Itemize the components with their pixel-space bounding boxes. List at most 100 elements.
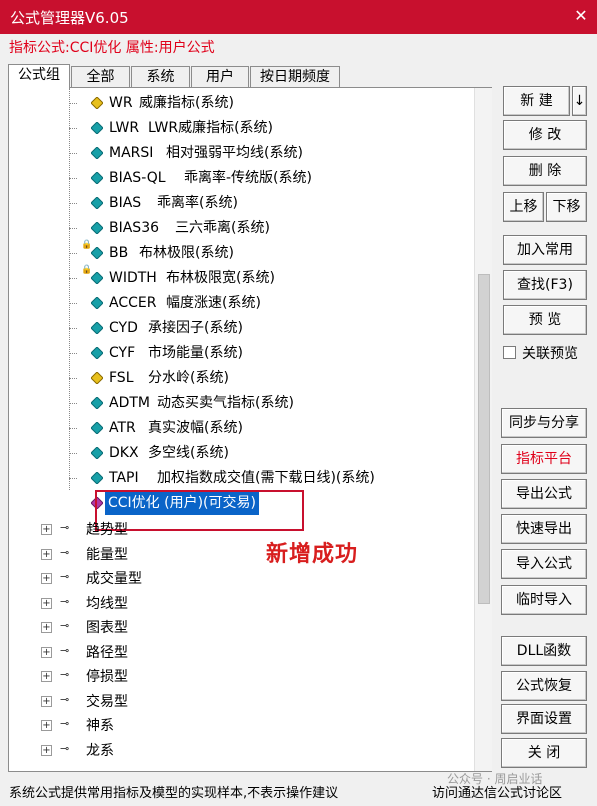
status-text: 系统公式提供常用指标及模型的实现样本,不表示操作建议 — [9, 786, 339, 801]
teal-formula-icon — [91, 297, 103, 309]
expand-icon[interactable]: + — [41, 720, 52, 731]
expand-icon[interactable]: + — [41, 671, 52, 682]
teal-formula-icon — [91, 147, 103, 159]
dll-function-button[interactable]: DLL函数 — [501, 636, 587, 666]
new-dropdown-button[interactable]: ↓ — [572, 86, 587, 116]
tree-scrollbar[interactable] — [474, 88, 492, 771]
group-label[interactable]: 趋势型 — [86, 519, 128, 539]
teal-formula-icon — [91, 172, 103, 184]
group-key-icon: ⊸ — [60, 570, 70, 583]
group-key-icon: ⊸ — [60, 692, 70, 706]
tree-connector — [69, 253, 77, 254]
formula-name: 加权指数成交值(需下载日线)(系统) — [157, 470, 375, 486]
group-label[interactable]: 路径型 — [86, 642, 128, 662]
expand-icon[interactable]: + — [41, 744, 52, 756]
teal-formula-icon — [91, 447, 103, 459]
tree-connector — [69, 428, 77, 429]
formula-info: 指标公式:CCI优化 属性:用户公式 — [9, 40, 215, 56]
tab-system[interactable]: 系统 — [131, 66, 190, 88]
tree-connector — [69, 203, 77, 204]
tab-formula-group[interactable]: 公式组 — [8, 64, 70, 89]
formula-code: FSL — [109, 370, 134, 386]
tree-connector — [69, 328, 77, 329]
formula-code: WR — [109, 95, 133, 111]
tree-connector — [69, 378, 77, 379]
formula-name: 承接因子(系统) — [148, 320, 243, 336]
group-label[interactable]: 龙系 — [86, 740, 114, 760]
formula-name: 布林极限宽(系统) — [166, 270, 275, 286]
watermark: 公众号 · 周启业话 — [447, 772, 543, 786]
tab-user[interactable]: 用户 — [191, 66, 249, 88]
tab-by-date-frequency[interactable]: 按日期频度 — [250, 66, 340, 88]
group-label[interactable]: 停损型 — [86, 666, 128, 686]
tree-connector — [69, 153, 77, 154]
group-label[interactable]: 图表型 — [86, 617, 128, 637]
formula-restore-button[interactable]: 公式恢复 — [501, 671, 587, 701]
expand-icon[interactable]: + — [41, 597, 52, 609]
formula-name: 乖离率(系统) — [157, 195, 238, 211]
group-label[interactable]: 能量型 — [86, 544, 128, 564]
formula-name: 威廉指标(系统) — [139, 95, 234, 111]
tab-all[interactable]: 全部 — [71, 66, 130, 88]
delete-button[interactable]: 删 除 — [503, 156, 587, 186]
group-label[interactable]: 神系 — [86, 715, 114, 735]
title-bar: 公式管理器V6.05 ✕ — [0, 0, 597, 34]
close-icon[interactable]: ✕ — [571, 6, 591, 26]
ui-settings-button[interactable]: 界面设置 — [501, 704, 587, 734]
expand-icon[interactable]: + — [41, 622, 52, 633]
tree-connector — [69, 453, 77, 454]
expand-icon[interactable]: + — [41, 646, 52, 658]
group-key-icon: ⊸ — [60, 668, 70, 681]
formula-code: DKX — [109, 445, 139, 461]
tree-connector — [69, 353, 77, 354]
teal-formula-icon — [91, 472, 103, 484]
quick-export-button[interactable]: 快速导出 — [501, 514, 587, 544]
expand-icon[interactable]: + — [41, 548, 52, 560]
group-key-icon: ⊸ — [60, 545, 70, 559]
formula-name: 布林极限(系统) — [139, 245, 234, 261]
teal-formula-icon — [91, 397, 103, 409]
group-key-icon: ⊸ — [60, 521, 70, 534]
formula-name: 相对强弱平均线(系统) — [166, 145, 303, 161]
formula-tree[interactable]: WR 威廉指标(系统) LWR LWR威廉指标(系统) MARSI 相对强弱平均线(系统)… — [8, 87, 492, 772]
teal-formula-icon — [91, 322, 103, 334]
preview-button[interactable]: 预 览 — [503, 305, 587, 335]
group-label[interactable]: 成交量型 — [86, 568, 142, 588]
add-common-button[interactable]: 加入常用 — [503, 235, 587, 265]
import-formula-button[interactable]: 导入公式 — [501, 549, 587, 579]
teal-formula-icon — [91, 247, 103, 259]
tree-connector — [69, 228, 77, 229]
group-label[interactable]: 均线型 — [86, 593, 128, 613]
formula-name: LWR威廉指标(系统) — [148, 120, 274, 136]
formula-code: ATR — [109, 420, 136, 436]
linked-preview-checkbox[interactable] — [503, 346, 516, 359]
formula-code: MARSI — [109, 145, 154, 161]
close-button[interactable]: 关 闭 — [501, 738, 587, 768]
indicator-platform-button[interactable]: 指标平台 — [501, 444, 587, 474]
temp-import-button[interactable]: 临时导入 — [501, 585, 587, 615]
export-formula-button[interactable]: 导出公式 — [501, 479, 587, 509]
formula-code: CYF — [109, 345, 136, 361]
formula-name: 市场能量(系统) — [148, 345, 243, 361]
formula-code: BIAS-QL — [109, 170, 166, 186]
teal-formula-icon — [91, 272, 103, 284]
new-button[interactable]: 新 建 — [503, 86, 570, 116]
find-button[interactable]: 查找(F3) — [503, 270, 587, 300]
edit-button[interactable]: 修 改 — [503, 120, 587, 150]
move-down-button[interactable]: 下移 — [546, 192, 587, 222]
group-label[interactable]: 交易型 — [86, 691, 128, 711]
formula-code: ADTM — [109, 395, 150, 411]
move-up-button[interactable]: 上移 — [503, 192, 544, 222]
formula-name: 动态买卖气指标(系统) — [157, 395, 294, 411]
expand-icon[interactable]: + — [41, 524, 52, 535]
scrollbar-thumb[interactable] — [478, 274, 490, 604]
expand-icon[interactable]: + — [41, 573, 52, 584]
sync-share-button[interactable]: 同步与分享 — [501, 408, 587, 438]
tree-guide-line — [69, 88, 70, 490]
formula-code: BB — [109, 245, 129, 261]
teal-formula-icon — [91, 422, 103, 434]
expand-icon[interactable]: + — [41, 695, 52, 707]
yellow-formula-icon — [91, 97, 103, 109]
formula-name: 多空线(系统) — [148, 445, 229, 461]
success-annotation: 新增成功 — [266, 542, 359, 567]
